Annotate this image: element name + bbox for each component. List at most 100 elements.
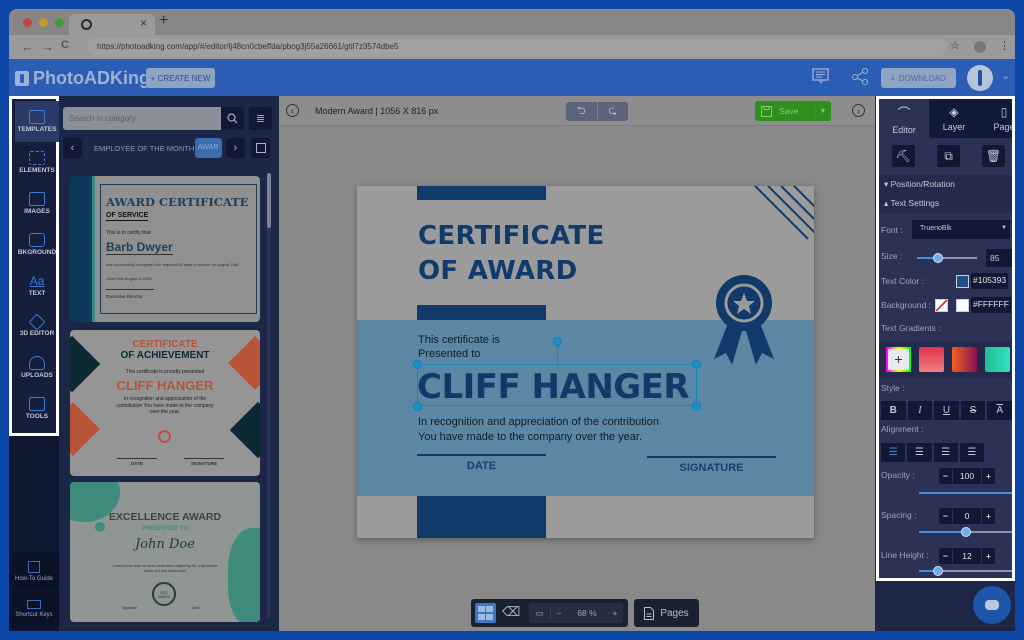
align-right-button[interactable]: ☰ [933,443,958,462]
presentation-icon[interactable]: ▭ [529,607,551,619]
line-height-value[interactable]: 12 [953,548,981,564]
slider-knob[interactable] [932,566,943,576]
sidebar-item-text[interactable]: Aa TEXT [15,265,59,306]
position-rotation-section[interactable]: ▾ Position/Rotation [879,175,1012,194]
sidebar-item-tools[interactable]: TOOLS [15,388,59,429]
certificate-title[interactable]: CERTIFICATE OF AWARD [418,219,605,289]
download-button[interactable]: ⤓ DOWNLOAD [881,68,956,88]
size-slider[interactable] [917,253,977,263]
date-label[interactable]: DATE [417,460,546,472]
feedback-icon[interactable] [812,68,829,89]
zoom-out-button[interactable]: − [551,608,567,618]
spacing-value[interactable]: 0 [953,508,981,524]
line-height-slider[interactable] [919,566,1012,576]
signature-label[interactable]: SIGNATURE [647,462,776,474]
opacity-value[interactable]: 100 [953,468,981,484]
back-icon[interactable]: ← [21,39,34,54]
size-select[interactable]: 85 [986,249,1012,267]
align-left-button[interactable]: ☰ [881,443,906,462]
uppercase-button[interactable]: A [987,401,1012,420]
text-color-value[interactable]: #105393 [971,273,1009,289]
tab-page[interactable]: ▯ Page [979,99,1012,138]
tab-editor[interactable]: ⌒ Editor [879,99,929,138]
paint-roller-button[interactable]: ⛏ [892,145,915,167]
create-new-button[interactable]: + CREATE NEW [146,68,215,88]
no-background-swatch[interactable] [935,299,948,312]
eraser-icon[interactable]: ⌫ [502,604,520,620]
tab-close-icon[interactable]: × [140,16,147,30]
share-icon[interactable] [851,68,869,90]
new-tab-button[interactable]: + [159,12,168,30]
award-ribbon-icon[interactable] [712,273,776,367]
strikethrough-button[interactable]: S [960,401,986,420]
sidebar-item-3d-editor[interactable]: 3D EDITOR [15,306,59,347]
resize-handle-tr[interactable] [692,360,701,369]
resize-handle-br[interactable] [692,402,701,411]
category-award[interactable]: AWAR [195,138,222,158]
undo-button[interactable]: ⮌ [566,102,598,121]
tab-layer[interactable]: ◈ Layer [929,99,979,138]
template-card[interactable]: EXCELLENCE AWARD PRESENTED TO John Doe L… [70,482,260,622]
sidebar-item-images[interactable]: IMAGES [15,183,59,224]
template-card[interactable]: CERTIFICATE OF ACHIEVEMENT This certific… [70,330,260,476]
background-color-value[interactable]: #FFFFFF [971,297,1011,313]
profile-icon[interactable] [974,41,986,53]
zoom-in-button[interactable]: + [607,608,623,618]
chevron-down-icon[interactable]: ⌄ [1001,69,1010,82]
opacity-minus[interactable]: − [939,468,952,484]
certificate-canvas[interactable]: CERTIFICATE OF AWARD This certificate is… [357,186,814,538]
browser-menu-icon[interactable]: ⋮ [999,39,1010,52]
gradient-swatch-red[interactable] [919,347,944,372]
minimize-window-button[interactable] [39,18,48,27]
italic-button[interactable]: I [907,401,933,420]
template-search-input[interactable]: Search in category [63,107,221,130]
pages-button[interactable]: Pages [634,599,699,627]
chat-button[interactable] [973,586,1011,624]
scrollbar-thumb[interactable] [267,173,271,228]
resize-handle-bl[interactable] [413,402,422,411]
text-color-swatch[interactable] [956,275,969,288]
align-center-button[interactable]: ☰ [907,443,932,462]
browser-tab[interactable]: × [69,14,155,35]
templates-scrollbar[interactable] [267,173,271,618]
redo-button[interactable]: ⮎ [598,102,629,121]
background-color-swatch[interactable] [956,299,969,312]
category-next-button[interactable]: › [226,138,245,158]
slider-knob[interactable] [960,527,971,537]
forward-icon[interactable]: → [41,39,54,54]
spacing-minus[interactable]: − [939,508,952,524]
template-card[interactable]: AWARD CERTIFICATE OF SERVICE This is to … [70,176,260,322]
add-gradient-button[interactable]: + [886,347,911,372]
font-select[interactable]: TruenoBlk [912,220,1010,239]
close-window-button[interactable] [23,18,32,27]
bold-button[interactable]: B [881,401,906,420]
line-height-plus[interactable]: + [982,548,995,564]
line-height-minus[interactable]: − [939,548,952,564]
list-view-button[interactable]: ≣ [249,107,272,130]
expand-button[interactable] [251,138,270,158]
sidebar-item-uploads[interactable]: UPLOADS [15,347,59,388]
text-settings-section[interactable]: ▴ Text Settings [879,194,1012,213]
category-prev-button[interactable]: ‹ [63,138,82,158]
presented-to-text[interactable]: This certificate is Presented to [418,333,500,361]
gradient-swatch-orange[interactable] [952,347,977,372]
recognition-text[interactable]: In recognition and appreciation of the c… [418,415,659,444]
gradient-swatch-teal[interactable] [985,347,1010,372]
zoom-value[interactable]: 68 % [567,608,607,618]
rotation-handle[interactable] [553,337,562,346]
search-button[interactable] [221,107,244,130]
opacity-slider[interactable] [919,492,1012,494]
grid-view-button[interactable] [475,603,496,623]
category-employee-of-month[interactable]: EMPLOYEE OF THE MONTH [94,144,194,153]
sidebar-item-templates[interactable]: TEMPLATES [15,101,59,142]
slider-knob[interactable] [933,253,943,263]
shortcut-keys-button[interactable]: Shortcut Keys [9,591,59,627]
underline-button[interactable]: U [934,401,959,420]
logo[interactable]: PhotoADKing [15,68,150,89]
spacing-slider[interactable] [919,527,1012,537]
collapse-left-panel-button[interactable]: ‹ [286,104,299,117]
sidebar-item-elements[interactable]: ELEMENTS [15,142,59,183]
reload-icon[interactable]: C [61,39,69,51]
spacing-plus[interactable]: + [982,508,995,524]
opacity-plus[interactable]: + [982,468,995,484]
